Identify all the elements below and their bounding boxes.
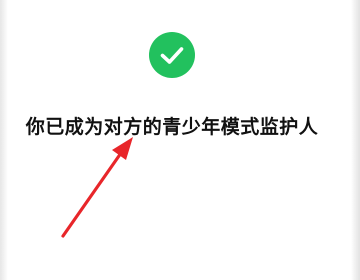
checkmark-icon — [160, 47, 184, 64]
check-circle-icon — [149, 32, 195, 78]
right-edge-shadow — [351, 0, 360, 280]
guardian-success-message: 你已成为对方的青少年模式监护人 — [25, 116, 319, 138]
result-screen: 你已成为对方的青少年模式监护人 — [0, 0, 360, 280]
left-edge-shadow — [0, 0, 8, 280]
